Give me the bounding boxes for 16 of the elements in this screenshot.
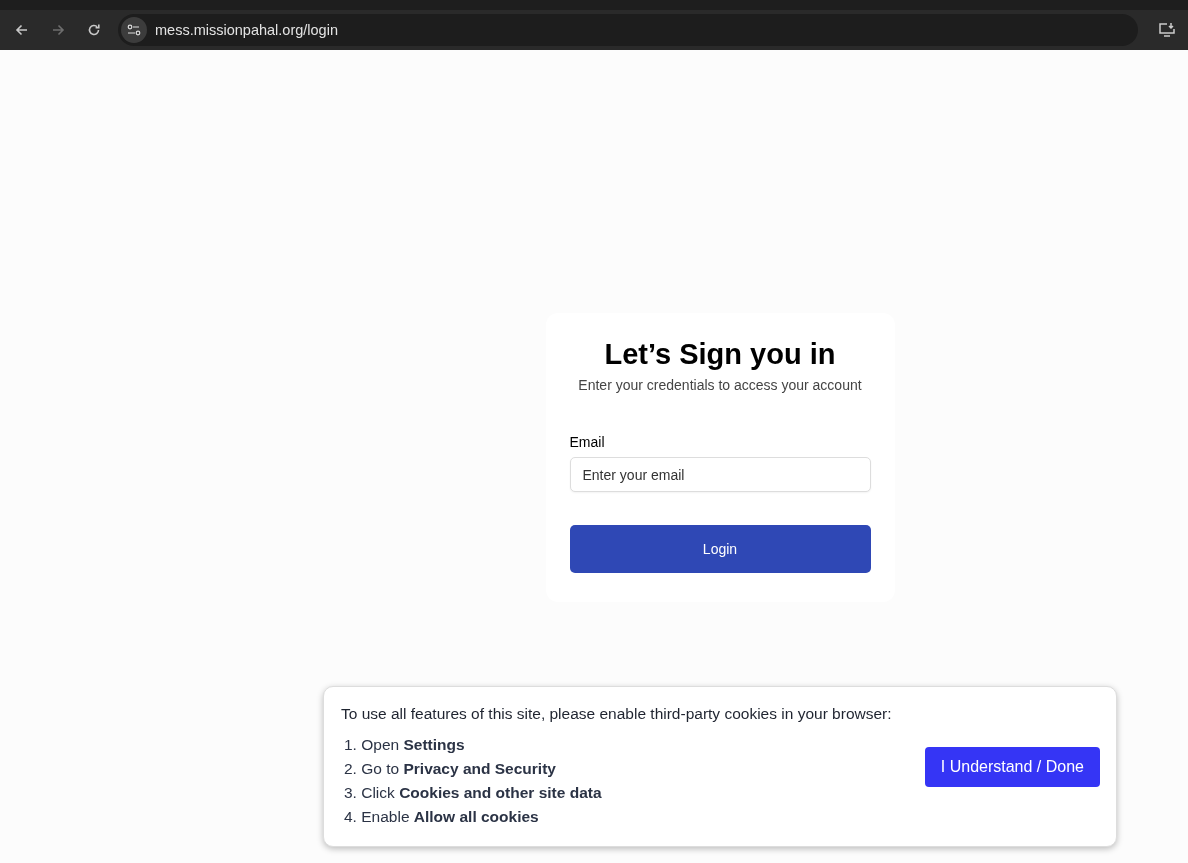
cookie-step: 3. Click Cookies and other site data [341,780,892,805]
back-icon[interactable] [14,22,30,38]
cookie-step: 2. Go to Privacy and Security [341,756,892,781]
site-settings-icon[interactable] [121,17,147,43]
address-bar[interactable]: mess.missionpahal.org/login [118,14,1138,46]
email-field[interactable]: Enter your email [569,457,871,492]
cookie-step: 4. Enable Allow all cookies [341,804,892,829]
login-subtitle: Enter your credentials to access your account [577,377,863,393]
understand-button[interactable]: I Understand / Done [924,746,1100,787]
install-app-icon[interactable] [1158,22,1176,38]
login-title: Let’s Sign you in [603,337,837,371]
reload-icon[interactable] [86,22,102,38]
cookie-step: 1. Open Settings [341,732,892,757]
login-button[interactable]: Login [569,525,871,573]
cookie-message: To use all features of this site, please enable third-party cookies in your browser: [341,704,892,723]
email-label: Email [569,434,605,450]
